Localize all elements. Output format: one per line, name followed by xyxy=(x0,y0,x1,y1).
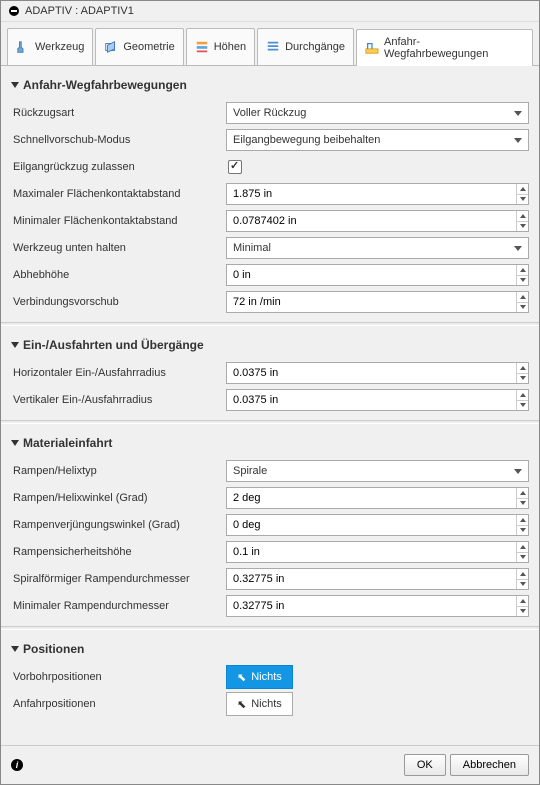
min-stay-label: Minimaler Flächenkontaktabstand xyxy=(11,215,226,227)
tab-heights-label: Höhen xyxy=(214,41,246,53)
tab-bar: Werkzeug Geometrie Höhen Durchgänge Anfa… xyxy=(1,22,539,66)
section-linking: Anfahr-Wegfahrbewegungen RückzugsartVoll… xyxy=(11,74,529,314)
geometry-icon xyxy=(104,40,118,54)
section-divider xyxy=(1,322,539,326)
h-radius-spinner[interactable] xyxy=(226,362,529,384)
section-positions-header[interactable]: Positionen xyxy=(11,638,529,662)
max-stay-label: Maximaler Flächenkontaktabstand xyxy=(11,188,226,200)
lift-height-label: Abhebhöhe xyxy=(11,269,226,281)
clearance-label: Rampensicherheitshöhe xyxy=(11,546,226,558)
chevron-down-icon xyxy=(11,342,19,348)
predrill-selector[interactable]: ⬉Nichts xyxy=(226,665,293,689)
min-dia-spinner[interactable] xyxy=(226,595,529,617)
spin-up-icon[interactable] xyxy=(517,184,528,195)
cancel-button[interactable]: Abbrechen xyxy=(450,754,529,776)
predrill-label: Vorbohrpositionen xyxy=(11,671,226,683)
tab-heights[interactable]: Höhen xyxy=(186,28,255,65)
clearance-spinner[interactable] xyxy=(226,541,529,563)
section-divider xyxy=(1,626,539,630)
chevron-down-icon xyxy=(11,646,19,652)
tool-icon xyxy=(16,40,30,54)
entry-label: Anfahrpositionen xyxy=(11,698,226,710)
lift-height-spinner[interactable] xyxy=(226,264,529,286)
section-leads-header[interactable]: Ein-/Ausfahrten und Übergänge xyxy=(11,334,529,358)
tab-geometry[interactable]: Geometrie xyxy=(95,28,183,65)
tab-linking-label: Anfahr-Wegfahrbewegungen xyxy=(384,36,524,60)
tab-passes-label: Durchgänge xyxy=(285,41,345,53)
taper-angle-spinner[interactable] xyxy=(226,514,529,536)
v-radius-spinner[interactable] xyxy=(226,389,529,411)
cursor-icon: ⬉ xyxy=(237,671,246,684)
v-radius-label: Vertikaler Ein-/Ausfahrradius xyxy=(11,394,226,406)
h-radius-label: Horizontaler Ein-/Ausfahrradius xyxy=(11,367,226,379)
feed-link-spinner[interactable] xyxy=(226,291,529,313)
keepdown-select[interactable]: Minimal xyxy=(226,237,529,259)
ramp-angle-spinner[interactable] xyxy=(226,487,529,509)
info-icon[interactable]: i xyxy=(11,759,23,771)
ramp-type-select[interactable]: Spirale xyxy=(226,460,529,482)
footer: i OK Abbrechen xyxy=(1,745,539,784)
tab-passes[interactable]: Durchgänge xyxy=(257,28,354,65)
passes-icon xyxy=(266,40,280,54)
spin-down-icon[interactable] xyxy=(517,195,528,205)
highfeed-mode-select[interactable]: Eilgangbewegung beibehalten xyxy=(226,129,529,151)
title-bar: ADAPTIV : ADAPTIV1 xyxy=(1,1,539,22)
heights-icon xyxy=(195,40,209,54)
minimize-icon[interactable] xyxy=(9,6,19,16)
helix-dia-label: Spiralförmiger Rampendurchmesser xyxy=(11,573,226,585)
allow-rapid-checkbox[interactable] xyxy=(228,160,242,174)
max-stay-spinner[interactable] xyxy=(226,183,529,205)
section-ramp: Materialeinfahrt Rampen/HelixtypSpirale … xyxy=(11,432,529,618)
section-linking-header[interactable]: Anfahr-Wegfahrbewegungen xyxy=(11,74,529,98)
tab-tool-label: Werkzeug xyxy=(35,41,84,53)
ramp-angle-label: Rampen/Helixwinkel (Grad) xyxy=(11,492,226,504)
section-positions: Positionen Vorbohrpositionen⬉Nichts Anfa… xyxy=(11,638,529,716)
section-ramp-header[interactable]: Materialeinfahrt xyxy=(11,432,529,456)
tab-tool[interactable]: Werkzeug xyxy=(7,28,93,65)
window-title: ADAPTIV : ADAPTIV1 xyxy=(25,5,134,17)
ramp-type-label: Rampen/Helixtyp xyxy=(11,465,226,477)
retract-policy-label: Rückzugsart xyxy=(11,107,226,119)
cursor-icon: ⬉ xyxy=(237,698,246,711)
chevron-down-icon xyxy=(11,82,19,88)
feed-link-label: Verbindungsvorschub xyxy=(11,296,226,308)
retract-policy-select[interactable]: Voller Rückzug xyxy=(226,102,529,124)
helix-dia-spinner[interactable] xyxy=(226,568,529,590)
highfeed-mode-label: Schnellvorschub-Modus xyxy=(11,134,226,146)
min-stay-spinner[interactable] xyxy=(226,210,529,232)
allow-rapid-label: Eilgangrückzug zulassen xyxy=(11,161,226,173)
chevron-down-icon xyxy=(11,440,19,446)
entry-selector[interactable]: ⬉Nichts xyxy=(226,692,293,716)
linking-icon xyxy=(365,41,379,55)
min-dia-label: Minimaler Rampendurchmesser xyxy=(11,600,226,612)
section-leads: Ein-/Ausfahrten und Übergänge Horizontal… xyxy=(11,334,529,412)
ok-button[interactable]: OK xyxy=(404,754,446,776)
section-divider xyxy=(1,420,539,424)
tab-geometry-label: Geometrie xyxy=(123,41,174,53)
taper-angle-label: Rampenverjüngungswinkel (Grad) xyxy=(11,519,226,531)
tab-linking[interactable]: Anfahr-Wegfahrbewegungen xyxy=(356,29,533,66)
keepdown-label: Werkzeug unten halten xyxy=(11,242,226,254)
